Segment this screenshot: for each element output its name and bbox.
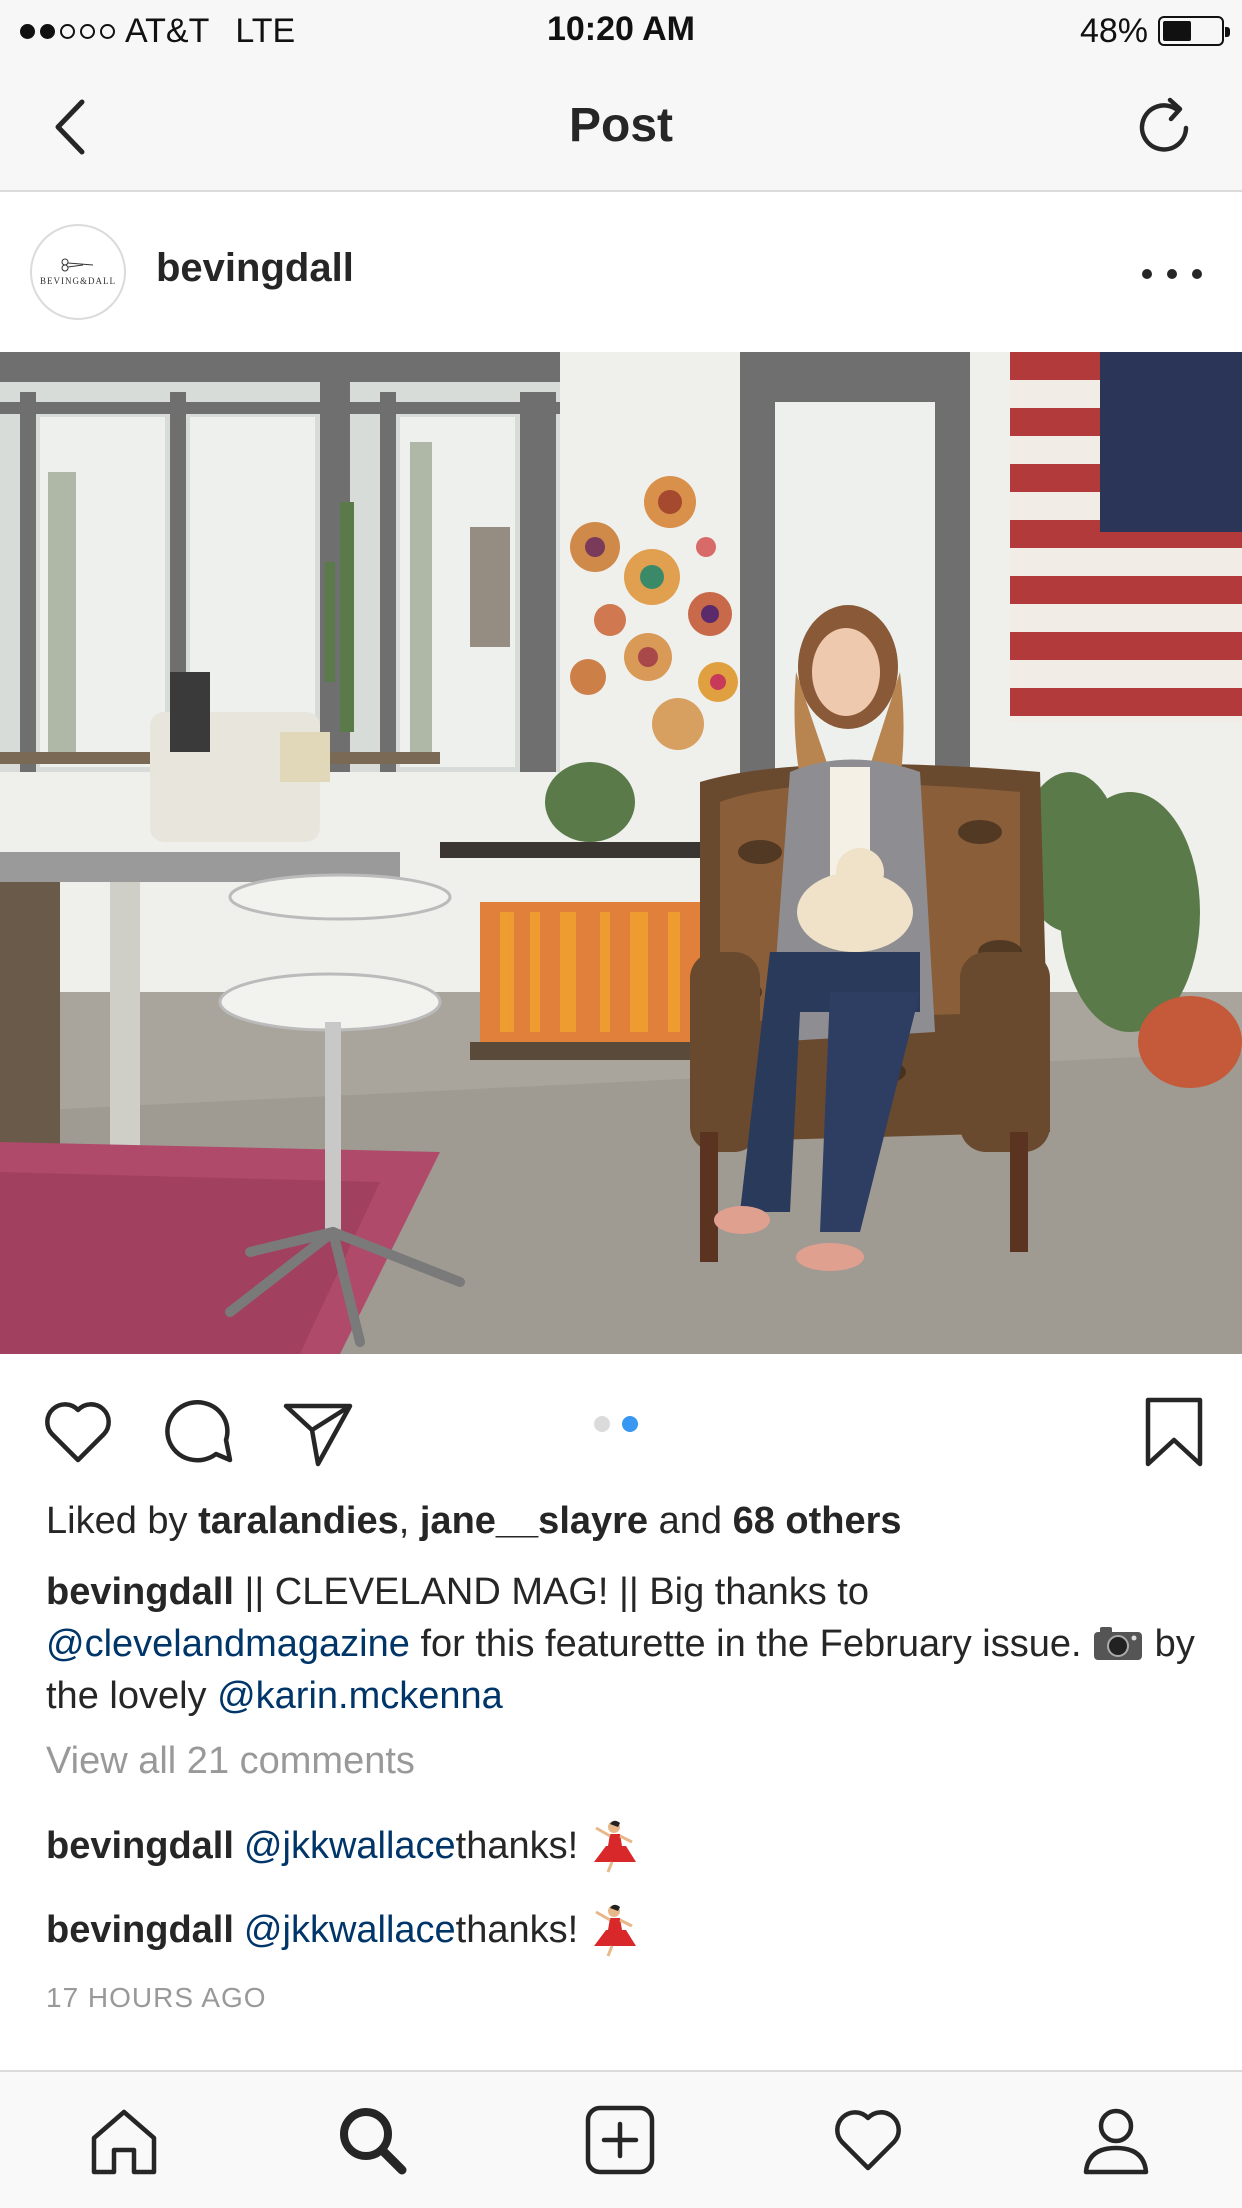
- post-photo[interactable]: [0, 352, 1242, 1354]
- comment-mention[interactable]: @jkkwallace: [244, 1825, 456, 1868]
- comment-item: bevingdall @jkkwallace thanks!: [46, 1902, 638, 1958]
- studio-photo-illustration: [0, 352, 1242, 1354]
- scissors-icon: [61, 258, 94, 272]
- comment-username[interactable]: bevingdall: [46, 1825, 234, 1868]
- comment-text: thanks!: [455, 1908, 579, 1951]
- avatar-logo-text: BEVING&DALL: [40, 276, 116, 286]
- status-right: 48%: [1079, 10, 1230, 52]
- dancer-emoji-icon: [594, 1904, 637, 1957]
- nav-bar: Post: [0, 62, 1242, 192]
- status-time: 10:20 AM: [546, 10, 696, 48]
- avatar[interactable]: BEVING&DALL: [30, 224, 126, 320]
- carousel-indicator: [594, 1416, 638, 1432]
- heart-icon[interactable]: [40, 1394, 116, 1470]
- likes-prefix: Liked by: [46, 1500, 199, 1542]
- more-options-icon[interactable]: [1142, 254, 1202, 294]
- likes-middle: and: [648, 1500, 733, 1542]
- battery-percent: 48%: [1079, 11, 1148, 50]
- search-icon[interactable]: [334, 2102, 410, 2178]
- page-title: Post: [568, 99, 673, 152]
- post-timestamp: 17 HOURS AGO: [46, 1982, 267, 2013]
- liker-link-1[interactable]: taralandies: [198, 1500, 399, 1542]
- post-username[interactable]: bevingdall: [156, 246, 354, 291]
- battery-icon: [1158, 16, 1230, 46]
- bookmark-icon[interactable]: [1136, 1394, 1212, 1470]
- comment-username[interactable]: bevingdall: [46, 1909, 234, 1952]
- comment-text: thanks!: [455, 1824, 579, 1867]
- comment-item: bevingdall @jkkwallace thanks!: [46, 1818, 638, 1874]
- caption-mention-2[interactable]: @karin.mckenna: [217, 1675, 503, 1717]
- post-caption: bevingdall || CLEVELAND MAG! || Big than…: [46, 1566, 1196, 1722]
- caption-username[interactable]: bevingdall: [46, 1571, 234, 1613]
- caption-text: for this featurette in the February issu…: [409, 1623, 1093, 1665]
- activity-heart-icon[interactable]: [830, 2102, 906, 2178]
- home-icon[interactable]: [86, 2102, 162, 2178]
- carousel-dot: [594, 1416, 610, 1432]
- refresh-icon[interactable]: [1126, 90, 1202, 166]
- send-icon[interactable]: [280, 1394, 356, 1470]
- caption-text: || CLEVELAND MAG! || Big thanks to: [233, 1571, 869, 1613]
- view-all-comments-link[interactable]: View all 21 comments: [46, 1740, 415, 1783]
- comment-mention[interactable]: @jkkwallace: [244, 1909, 456, 1952]
- profile-icon[interactable]: [1078, 2102, 1154, 2178]
- comment-icon[interactable]: [160, 1394, 236, 1470]
- liker-link-2[interactable]: jane__slayre: [420, 1500, 648, 1542]
- caption-mention-1[interactable]: @clevelandmagazine: [46, 1623, 410, 1665]
- tab-bar: [0, 2070, 1242, 2208]
- add-post-icon[interactable]: [582, 2102, 658, 2178]
- status-bar: AT&T LTE 10:20 AM 48%: [0, 0, 1242, 62]
- carousel-dot: [622, 1416, 638, 1432]
- post-header: BEVING&DALL bevingdall: [0, 192, 1242, 352]
- likes-others-link[interactable]: 68 others: [733, 1500, 902, 1542]
- camera-icon: [1094, 1627, 1143, 1660]
- likes-line: Liked by taralandies, jane__slayre and 6…: [46, 1500, 902, 1543]
- dancer-emoji-icon: [594, 1820, 637, 1873]
- likes-separator: ,: [398, 1500, 420, 1542]
